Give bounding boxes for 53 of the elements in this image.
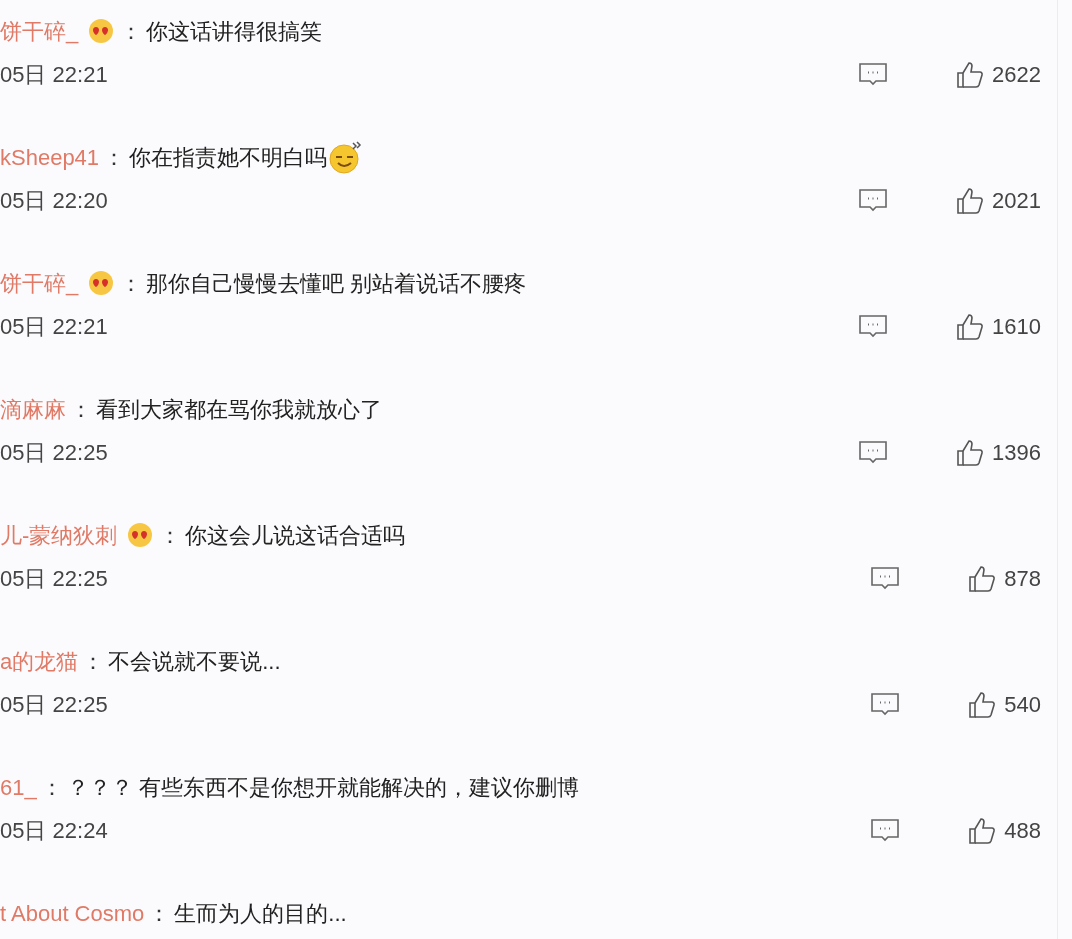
like-count: 540 <box>1004 691 1041 719</box>
colon: ： <box>159 521 182 550</box>
timestamp: 05日 22:25 <box>0 691 108 719</box>
comment-text: 生而为人的目的... <box>174 899 347 928</box>
comment-icon[interactable] <box>870 565 901 592</box>
colon: ： <box>103 143 126 172</box>
username[interactable]: t About Cosmo <box>0 896 145 930</box>
colon: ： <box>82 647 105 676</box>
thumbs-up-icon[interactable] <box>956 312 985 341</box>
colon: ： <box>148 899 171 928</box>
comment-text: 你这会儿说这话合适吗 <box>185 521 406 550</box>
like-count: 488 <box>1004 817 1041 845</box>
comment-icon[interactable] <box>858 439 889 466</box>
like-count: 2021 <box>992 187 1041 215</box>
colon: ： <box>120 269 143 298</box>
username[interactable]: 饼干碎_ <box>0 14 79 48</box>
colon: ： <box>120 17 143 46</box>
thumbs-up-icon[interactable] <box>968 564 997 593</box>
thumbs-up-icon[interactable] <box>956 438 985 467</box>
colon: ： <box>70 395 92 424</box>
comment-text: 那你自己慢慢去懂吧 别站着说话不腰疼 <box>146 269 527 298</box>
username[interactable]: a的龙猫 <box>0 644 79 678</box>
comment-icon[interactable] <box>858 61 889 88</box>
comment-icon[interactable] <box>870 817 901 844</box>
comment-text: 不会说就不要说... <box>108 647 281 676</box>
comment-text: 你在指责她不明白吗 <box>129 143 328 172</box>
timestamp: 05日 22:25 <box>0 565 108 593</box>
comment-text: 你这话讲得很搞笑 <box>146 17 323 46</box>
comment-text: 看到大家都在骂你我就放心了 <box>96 395 382 424</box>
comment-icon[interactable] <box>858 187 889 214</box>
like-count: 2622 <box>992 61 1041 89</box>
like-count: 1396 <box>992 439 1041 467</box>
timestamp: 05日 22:20 <box>0 187 108 215</box>
comment-icon[interactable] <box>870 691 901 718</box>
username[interactable]: 饼干碎_ <box>0 266 79 300</box>
username[interactable]: 61_ <box>0 770 37 804</box>
like-count: 878 <box>1004 565 1041 593</box>
comment-icon[interactable] <box>858 313 889 340</box>
timestamp: 05日 22:24 <box>0 817 108 845</box>
timestamp: 05日 22:25 <box>0 439 108 467</box>
like-count: 1610 <box>992 313 1041 341</box>
username[interactable]: 儿-蒙纳狄刺 <box>0 518 118 552</box>
thumbs-up-icon[interactable] <box>956 60 985 89</box>
smiley-emoji-icon <box>327 139 364 175</box>
thumbs-up-icon[interactable] <box>956 186 985 215</box>
comment-text: ？？？ 有些东西不是你想开就能解决的，建议你删博 <box>66 773 579 802</box>
timestamp: 05日 22:21 <box>0 313 108 341</box>
thumbs-up-icon[interactable] <box>968 816 997 845</box>
thumbs-up-icon[interactable] <box>968 690 997 719</box>
username[interactable]: 滴麻麻 <box>0 392 66 426</box>
username[interactable]: kSheep41 <box>0 140 100 174</box>
timestamp: 05日 22:21 <box>0 61 108 89</box>
colon: ： <box>40 773 63 802</box>
